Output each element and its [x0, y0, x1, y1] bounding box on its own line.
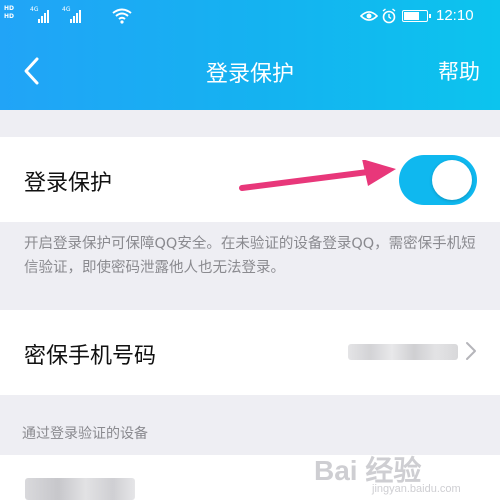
status-bar: HD HD 4G 4G 12:10: [0, 0, 500, 38]
security-phone-label: 密保手机号码: [24, 344, 157, 369]
masked-phone-number: [348, 344, 458, 360]
hd-label: HD: [4, 5, 15, 12]
signal-icon: 4G: [30, 6, 49, 23]
chevron-right-icon[interactable]: [464, 340, 478, 362]
back-arrow-icon[interactable]: [20, 56, 44, 86]
help-button[interactable]: 帮助: [438, 56, 480, 86]
page-title: 登录保护: [205, 62, 294, 87]
wifi-icon: [112, 8, 132, 24]
status-time: 12:10: [436, 7, 474, 24]
blurred-device-name: [25, 478, 135, 500]
network-type-label: 4G: [62, 6, 71, 13]
battery-icon: [402, 10, 431, 22]
signal-icon: 4G: [62, 6, 81, 23]
annotation-arrow-icon: [239, 160, 396, 191]
login-protection-label: 登录保护: [24, 171, 113, 196]
login-protection-description: 开启登录保护可保障QQ安全。在未验证的设备登录QQ，需密保手机短信验证，即使密码…: [24, 236, 476, 276]
hd-icon: HD HD: [4, 5, 18, 21]
eye-icon: [360, 11, 378, 21]
network-type-label: 4G: [30, 6, 39, 13]
login-protection-toggle[interactable]: [399, 155, 477, 205]
alarm-icon: [382, 8, 396, 24]
watermark-url: jingyan.baidu.com: [372, 483, 461, 495]
verified-devices-heading: 通过登录验证的设备: [22, 426, 148, 442]
baidu-watermark: Bai 经验 jingyan.baidu.com: [312, 447, 492, 497]
toggle-knob: [432, 160, 472, 200]
hd-label: HD: [4, 13, 15, 20]
app-header: HD HD 4G 4G 12:10 登录保护 帮助: [0, 0, 500, 110]
